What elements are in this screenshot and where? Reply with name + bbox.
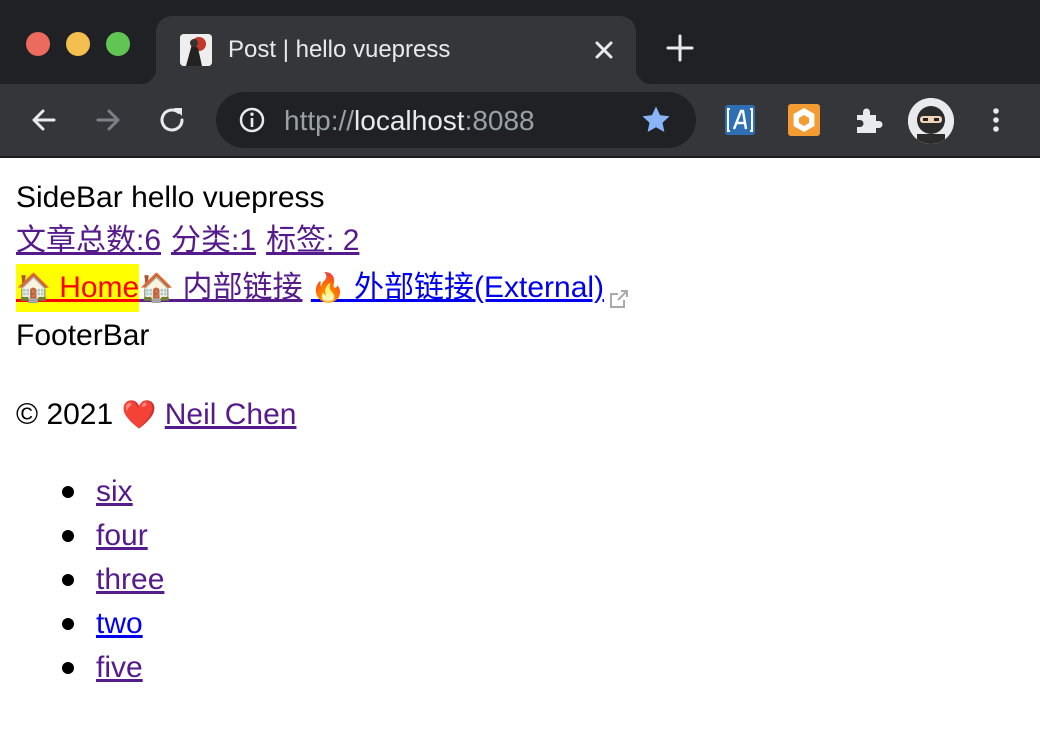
active-tab[interactable]: Post | hello vuepress — [140, 16, 652, 84]
browser-window: Post | hello vuepress http://localhost:8… — [0, 0, 1040, 750]
sidebar-title: SideBar hello vuepress — [16, 181, 325, 214]
house-icon: 🏠 — [16, 271, 51, 304]
bookmark-star-icon[interactable] — [640, 104, 672, 136]
profile-avatar-icon[interactable] — [908, 98, 954, 144]
list-item: six — [62, 470, 1040, 514]
minimize-window-button[interactable] — [66, 32, 90, 56]
list-item: five — [62, 646, 1040, 690]
copyright-line: © 2021 ❤️ Neil Chen — [16, 392, 1040, 438]
nav-home-link[interactable]: 🏠 Home — [16, 264, 140, 312]
post-link-four[interactable]: four — [96, 519, 148, 552]
stats-row: 文章总数:6 分类:1 标签: 2 — [16, 218, 1040, 264]
article-count-link[interactable]: 文章总数:6 — [16, 224, 161, 257]
tag-count-link[interactable]: 标签: 2 — [266, 224, 359, 257]
translate-extension-icon[interactable] — [724, 104, 756, 136]
house-icon: 🏠 — [139, 271, 175, 304]
maximize-window-button[interactable] — [106, 32, 130, 56]
external-link-icon — [608, 277, 630, 308]
list-item: two — [62, 602, 1040, 646]
post-link-five[interactable]: five — [96, 651, 143, 684]
post-link-six[interactable]: six — [96, 475, 133, 508]
post-list: six four three two five — [16, 470, 1040, 690]
list-item: four — [62, 514, 1040, 558]
tab-title: Post | hello vuepress — [228, 36, 451, 63]
back-arrow-icon[interactable] — [28, 104, 60, 136]
site-info-icon[interactable] — [238, 106, 266, 134]
site-favicon-icon — [180, 34, 212, 66]
browser-toolbar: http://localhost:8088 — [0, 84, 1040, 158]
hexagon-extension-icon[interactable] — [788, 104, 820, 136]
new-tab-icon[interactable] — [664, 32, 696, 64]
fire-icon: 🔥 — [310, 271, 346, 304]
copyright-text: © 2021 — [16, 398, 122, 431]
forward-arrow-icon[interactable] — [92, 104, 124, 136]
author-link[interactable]: Neil Chen — [165, 398, 297, 431]
page-content: SideBar hello vuepress 文章总数:6 分类:1 标签: 2 🏠… — [0, 158, 1040, 750]
url-text: http://localhost:8088 — [284, 105, 535, 136]
nav-internal-link[interactable]: 🏠 内部链接 — [139, 264, 302, 312]
more-menu-icon[interactable] — [980, 104, 1012, 136]
list-item: three — [62, 558, 1040, 602]
post-link-three[interactable]: three — [96, 563, 164, 596]
nav-external-link[interactable]: 🔥 外部链接(External) — [311, 264, 604, 312]
category-count-link[interactable]: 分类:1 — [171, 224, 256, 257]
footer-bar-label: FooterBar — [16, 319, 150, 352]
tab-strip: Post | hello vuepress — [0, 0, 1040, 84]
nav-links: 🏠 Home 🏠 内部链接 🔥 外部链接(External) — [16, 264, 1040, 312]
heart-icon: ❤️ — [121, 398, 157, 431]
address-bar[interactable]: http://localhost:8088 — [216, 92, 696, 148]
close-tab-icon[interactable] — [590, 36, 618, 64]
reload-icon[interactable] — [156, 104, 188, 136]
close-window-button[interactable] — [26, 32, 50, 56]
extensions-puzzle-icon[interactable] — [852, 104, 884, 136]
post-link-two[interactable]: two — [96, 607, 143, 640]
